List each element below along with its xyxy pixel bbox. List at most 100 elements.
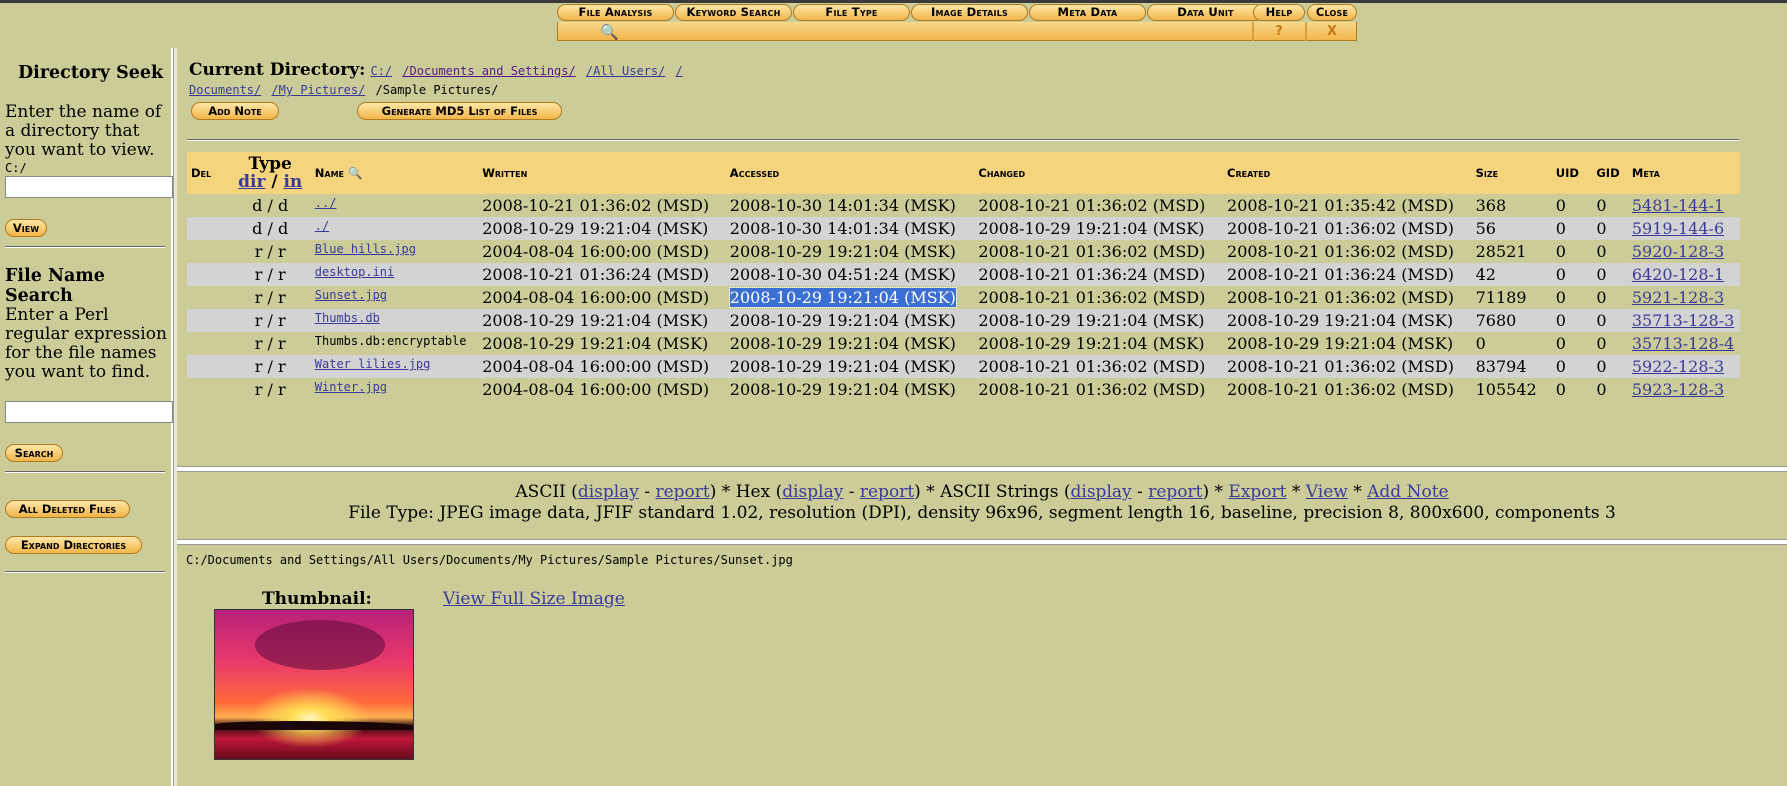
cell-meta[interactable]: 5922-128-3 [1627,355,1740,378]
hex-report-link[interactable]: report [860,482,914,502]
meta-link[interactable]: 5919-144-6 [1632,219,1724,238]
directory-input[interactable] [5,176,173,198]
cell-meta[interactable]: 5919-144-6 [1627,217,1740,240]
cell-name[interactable]: ./ [310,217,479,240]
file-name-search-text: Enter a Perl regular expression for the … [5,305,167,382]
directory-seek-text: Enter the name of a directory that you w… [5,102,162,160]
name-search-icon[interactable]: 🔍 [348,166,362,180]
meta-link[interactable]: 5923-128-3 [1632,380,1724,399]
tab-file-analysis[interactable]: File Analysis [557,4,674,21]
file-link[interactable]: Water lilies.jpg [315,357,431,371]
file-link[interactable]: Winter.jpg [315,380,387,394]
cell-meta[interactable]: 35713-128-3 [1627,309,1740,332]
cell-meta[interactable]: 5920-128-3 [1627,240,1740,263]
crumb-slash[interactable]: / [676,64,683,78]
table-row[interactable]: d / d ../ 2008-10-21 01:36:02 (MSD) 2008… [187,194,1740,217]
file-link[interactable]: ../ [315,196,337,210]
crumb-c[interactable]: C:/ [370,64,392,78]
file-link[interactable]: Sunset.jpg [315,288,387,302]
tab-data-unit[interactable]: Data Unit [1147,4,1264,21]
cell-name[interactable]: Water lilies.jpg [310,355,479,378]
meta-link[interactable]: 35713-128-3 [1632,311,1734,330]
tab-close[interactable]: Close [1307,4,1357,21]
table-row[interactable]: d / d ./ 2008-10-29 19:21:04 (MSK) 2008-… [187,217,1740,240]
cell-type: r / r [229,332,311,355]
meta-link[interactable]: 5920-128-3 [1632,242,1724,261]
cell-uid: 0 [1551,240,1593,263]
hex-display-link[interactable]: display [782,482,843,502]
crumb-my-pictures[interactable]: /My Pictures/ [271,83,365,97]
cell-accessed: 2008-10-30 14:01:34 (MSK) [725,194,975,217]
file-link[interactable]: Blue hills.jpg [315,242,416,256]
ascii-display-link[interactable]: display [578,482,639,502]
view-button[interactable]: View [5,219,47,237]
cell-created: 2008-10-21 01:36:02 (MSD) [1223,355,1472,378]
table-row[interactable]: r / r Thumbs.db:encryptable 2008-10-29 1… [187,332,1740,355]
table-row[interactable]: r / r Water lilies.jpg 2004-08-04 16:00:… [187,355,1740,378]
cell-name[interactable]: ../ [310,194,479,217]
meta-link[interactable]: 6420-128-1 [1632,265,1724,284]
tab-meta-data[interactable]: Meta Data [1029,4,1146,21]
ascii-report-link[interactable]: report [655,482,709,502]
tab-help[interactable]: Help [1253,4,1305,21]
file-name-input[interactable] [5,401,173,423]
meta-link[interactable]: 5481-144-1 [1632,196,1724,215]
file-link[interactable]: Thumbs.db [315,311,380,325]
expand-directories-button[interactable]: Expand Directories [5,536,142,554]
cell-meta[interactable]: 35713-128-4 [1627,332,1740,355]
view-full-size-link[interactable]: View Full Size Image [443,589,625,609]
cell-accessed: 2008-10-30 14:01:34 (MSK) [725,217,975,240]
cell-name[interactable]: Sunset.jpg [310,286,479,309]
table-row[interactable]: r / r Thumbs.db 2008-10-29 19:21:04 (MSK… [187,309,1740,332]
cell-meta[interactable]: 5923-128-3 [1627,378,1740,401]
col-name[interactable]: Name 🔍 [310,152,479,194]
close-icon[interactable]: X [1308,24,1356,41]
cell-meta[interactable]: 5481-144-1 [1627,194,1740,217]
tab-keyword-search[interactable]: Keyword Search [675,4,792,21]
file-link[interactable]: desktop.ini [315,265,394,279]
cell-name[interactable]: Thumbs.db [310,309,479,332]
crumb-documents[interactable]: Documents/ [189,83,261,97]
cell-del [187,378,230,401]
search-button[interactable]: Search [5,444,63,462]
table-row[interactable]: r / r Blue hills.jpg 2004-08-04 16:00:00… [187,240,1740,263]
table-row[interactable]: r / r Winter.jpg 2004-08-04 16:00:00 (MS… [187,378,1740,401]
view-link[interactable]: View [1306,482,1348,502]
cell-name[interactable]: Blue hills.jpg [310,240,479,263]
cell-gid: 0 [1592,217,1628,240]
export-link[interactable]: Export [1228,482,1286,502]
cell-meta[interactable]: 6420-128-1 [1627,263,1740,286]
add-note-button[interactable]: Add Note [191,102,279,120]
type-in-link[interactable]: in [283,172,302,192]
cell-name[interactable]: desktop.ini [310,263,479,286]
tab-image-details[interactable]: Image Details [911,4,1028,21]
strings-display-link[interactable]: display [1071,482,1132,502]
meta-link[interactable]: 35713-128-4 [1632,334,1734,353]
cell-del [187,332,230,355]
cell-uid: 0 [1551,309,1593,332]
crumb-all-users[interactable]: /All Users/ [586,64,665,78]
strings-report-link[interactable]: report [1148,482,1202,502]
cell-changed: 2008-10-21 01:36:02 (MSD) [974,194,1224,217]
meta-link[interactable]: 5922-128-3 [1632,357,1724,376]
all-deleted-files-button[interactable]: All Deleted Files [5,500,130,518]
cell-meta[interactable]: 5921-128-3 [1627,286,1740,309]
meta-link[interactable]: 5921-128-3 [1632,288,1724,307]
table-row[interactable]: r / r Sunset.jpg 2004-08-04 16:00:00 (MS… [187,286,1740,309]
generate-md5-button[interactable]: Generate MD5 List of Files [357,102,562,120]
cell-changed: 2008-10-29 19:21:04 (MSK) [974,217,1224,240]
divider [5,571,165,573]
help-icon[interactable]: ? [1255,24,1303,41]
cell-name[interactable]: Winter.jpg [310,378,479,401]
separator: ) * [1202,482,1229,502]
crumb-documents-and-settings[interactable]: /Documents and Settings/ [402,64,575,78]
type-dir-link[interactable]: dir [238,172,265,192]
cell-written: 2008-10-21 01:36:02 (MSD) [478,194,726,217]
file-path: C:/Documents and Settings/All Users/Docu… [186,553,793,567]
table-row[interactable]: r / r desktop.ini 2008-10-21 01:36:24 (M… [187,263,1740,286]
cell-written: 2004-08-04 16:00:00 (MSD) [478,378,726,401]
add-note-link[interactable]: Add Note [1367,482,1448,502]
tab-file-type[interactable]: File Type [793,4,910,21]
file-link[interactable]: ./ [315,219,329,233]
cell-created: 2008-10-21 01:36:02 (MSD) [1223,217,1472,240]
